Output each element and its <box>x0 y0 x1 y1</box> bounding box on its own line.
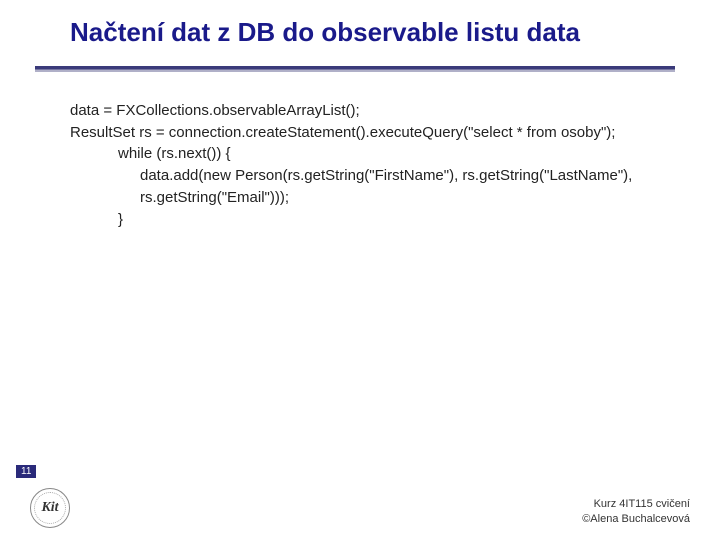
code-line: ResultSet rs = connection.createStatemen… <box>70 122 690 144</box>
title-area: Načtení dat z DB do observable listu dat… <box>0 0 720 56</box>
code-line: while (rs.next()) { <box>70 143 690 165</box>
footer-text: Kurz 4IT115 cvičení ©Alena Buchalcevová <box>582 497 690 526</box>
code-line: data.add(new Person(rs.getString("FirstN… <box>140 167 632 206</box>
code-content: data = FXCollections.observableArrayList… <box>0 72 720 231</box>
logo-icon: Kit <box>30 488 70 528</box>
page-number: 11 <box>16 465 36 478</box>
footer-course: Kurz 4IT115 cvičení <box>582 497 690 511</box>
slide: Načtení dat z DB do observable listu dat… <box>0 0 720 540</box>
logo-text: Kit <box>41 500 58 516</box>
footer-author: ©Alena Buchalcevová <box>582 512 690 526</box>
code-line: data = FXCollections.observableArrayList… <box>70 100 690 122</box>
code-line: } <box>70 209 690 231</box>
slide-title: Načtení dat z DB do observable listu dat… <box>70 18 720 48</box>
footer: Kit Kurz 4IT115 cvičení ©Alena Buchalcev… <box>0 486 720 532</box>
